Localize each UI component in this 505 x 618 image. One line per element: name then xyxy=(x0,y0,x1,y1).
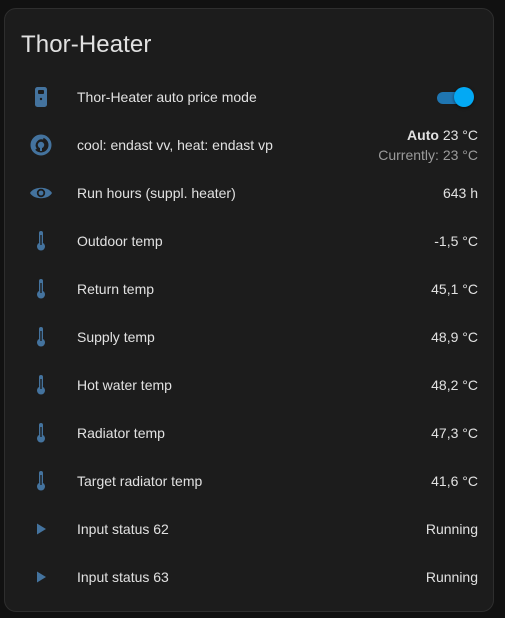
entity-state: 643 h xyxy=(442,185,478,201)
thermometer-icon xyxy=(29,277,53,301)
toggle-thumb xyxy=(454,87,474,107)
entity-row-climate[interactable]: cool: endast vv, heat: endast vp Auto 23… xyxy=(5,125,493,165)
entity-row-supply-temp[interactable]: Supply temp 48,9 °C xyxy=(5,317,493,357)
entity-name: Return temp xyxy=(77,281,155,297)
entity-state: 45,1 °C xyxy=(431,281,478,297)
entity-state: 41,6 °C xyxy=(431,473,478,489)
entities-card: Thor-Heater Thor-Heater auto price mode xyxy=(4,8,494,612)
climate-target: 23 °C xyxy=(442,127,478,143)
entity-row-hot-water-temp[interactable]: Hot water temp 48,2 °C xyxy=(5,365,493,405)
play-icon xyxy=(29,517,53,541)
thermometer-icon xyxy=(29,421,53,445)
entity-row-outdoor-temp[interactable]: Outdoor temp -1,5 °C xyxy=(5,221,493,261)
remote-icon xyxy=(29,85,53,109)
entity-name: Target radiator temp xyxy=(77,473,203,489)
entity-name: Thor-Heater auto price mode xyxy=(77,89,257,105)
entity-name: Hot water temp xyxy=(77,377,172,393)
thermometer-icon xyxy=(29,229,53,253)
entity-row-auto-price-mode[interactable]: Thor-Heater auto price mode xyxy=(5,77,493,117)
entity-row-input-status-62[interactable]: Input status 62 Running xyxy=(5,509,493,549)
entity-row-run-hours[interactable]: Run hours (suppl. heater) 643 h xyxy=(5,173,493,213)
entity-name: Outdoor temp xyxy=(77,233,163,249)
thermometer-icon xyxy=(29,373,53,397)
entity-state: Running xyxy=(425,569,478,585)
eye-icon xyxy=(29,181,53,205)
entity-row-target-radiator-temp[interactable]: Target radiator temp 41,6 °C xyxy=(5,461,493,501)
play-icon xyxy=(29,565,53,589)
entity-row-radiator-temp[interactable]: Radiator temp 47,3 °C xyxy=(5,413,493,453)
entity-row-return-temp[interactable]: Return temp 45,1 °C xyxy=(5,269,493,309)
climate-state: Auto 23 °C Currently: 23 °C xyxy=(378,125,478,165)
entity-state: 47,3 °C xyxy=(431,425,478,441)
entity-state: Running xyxy=(425,521,478,537)
entity-state: 48,2 °C xyxy=(431,377,478,393)
entity-state: 48,9 °C xyxy=(431,329,478,345)
entity-name: Run hours (suppl. heater) xyxy=(77,185,236,201)
climate-mode: Auto xyxy=(407,127,439,143)
climate-current: Currently: 23 °C xyxy=(378,147,478,163)
entity-state: -1,5 °C xyxy=(434,233,478,249)
entity-name: Input status 63 xyxy=(77,569,169,585)
card-title: Thor-Heater xyxy=(21,31,152,58)
entity-name: Radiator temp xyxy=(77,425,165,441)
thermometer-icon xyxy=(29,469,53,493)
thermostat-icon xyxy=(29,133,53,157)
auto-price-mode-toggle[interactable] xyxy=(437,87,475,107)
entity-name: cool: endast vv, heat: endast vp xyxy=(77,137,273,153)
thermometer-icon xyxy=(29,325,53,349)
entity-row-input-status-63[interactable]: Input status 63 Running xyxy=(5,557,493,597)
entity-name: Input status 62 xyxy=(77,521,169,537)
entity-name: Supply temp xyxy=(77,329,155,345)
